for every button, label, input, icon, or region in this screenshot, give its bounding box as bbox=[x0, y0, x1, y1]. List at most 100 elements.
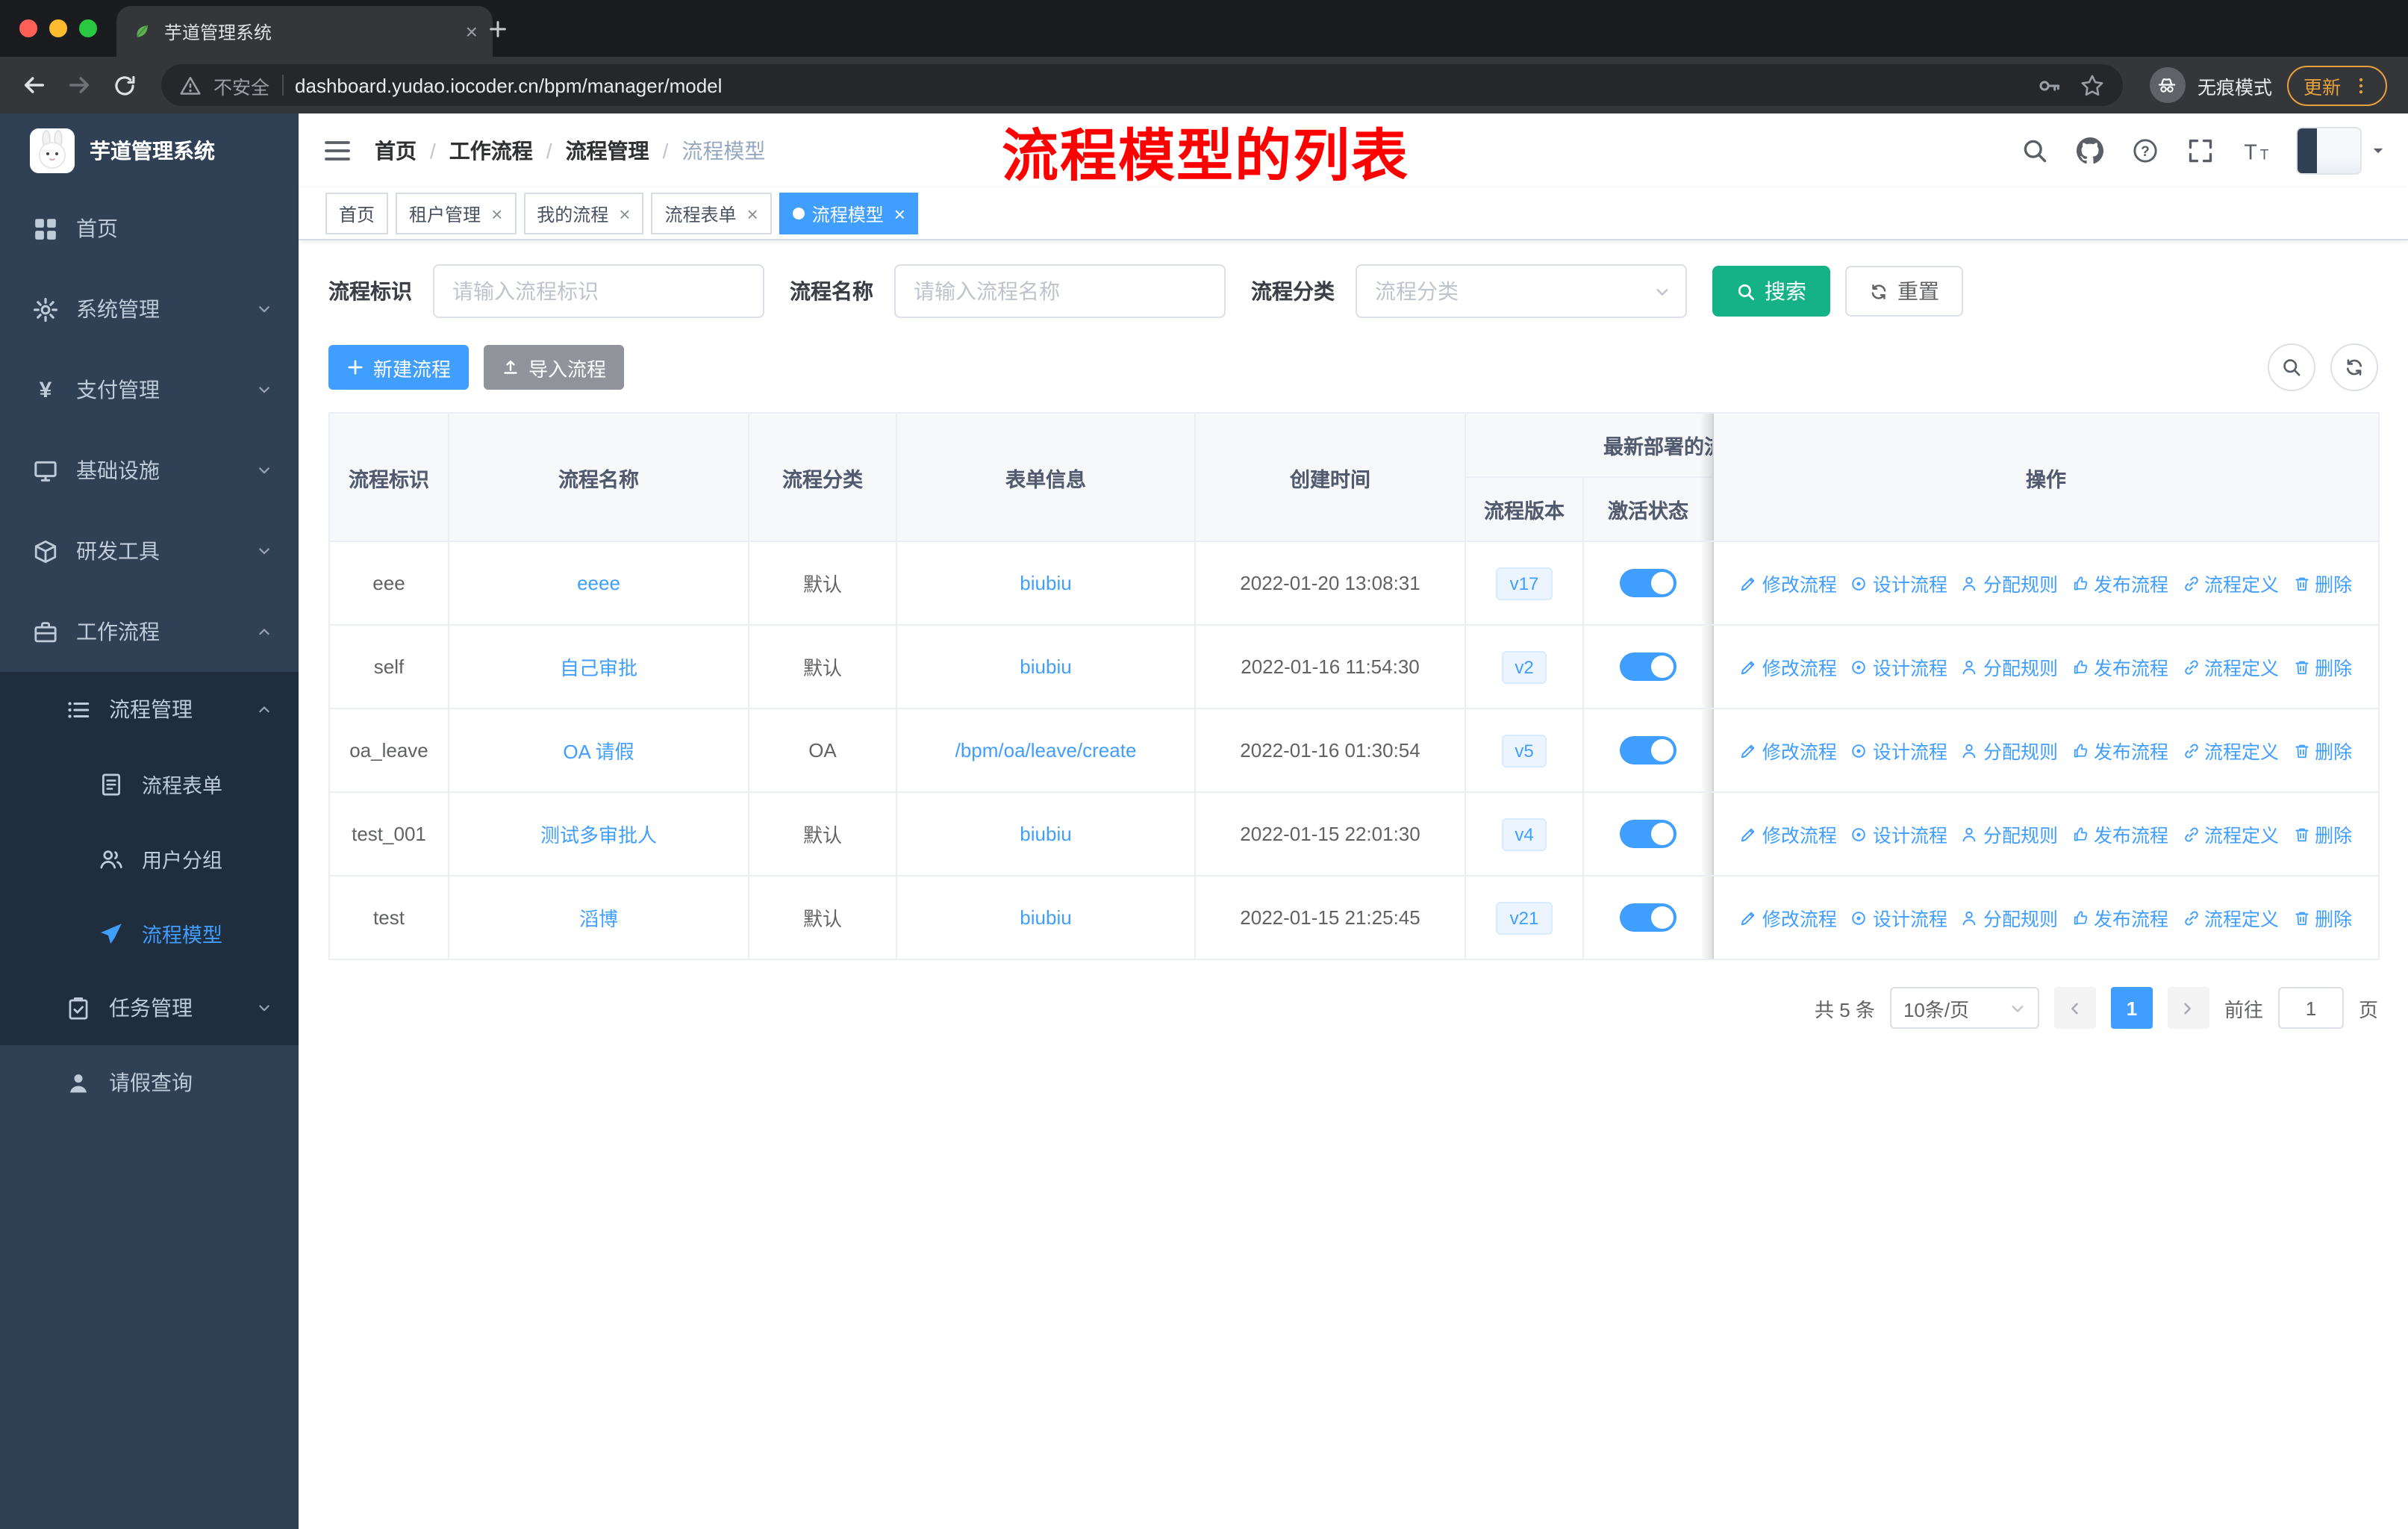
process-definition-action[interactable]: 流程定义 bbox=[2182, 653, 2279, 681]
active-toggle[interactable] bbox=[1620, 569, 1676, 597]
search-button[interactable]: 搜索 bbox=[1712, 266, 1830, 317]
close-icon[interactable]: × bbox=[747, 204, 758, 223]
process-name-link[interactable]: 自己审批 bbox=[560, 657, 637, 679]
assign-rule-action[interactable]: 分配规则 bbox=[1961, 903, 2058, 932]
design-process-action[interactable]: 设计流程 bbox=[1850, 569, 1947, 597]
assign-rule-action[interactable]: 分配规则 bbox=[1961, 820, 2058, 848]
page-number-current[interactable]: 1 bbox=[2110, 987, 2153, 1029]
process-name-link[interactable]: eeee bbox=[577, 572, 620, 594]
modify-process-action[interactable]: 修改流程 bbox=[1740, 569, 1837, 597]
forward-button[interactable] bbox=[60, 66, 99, 105]
process-definition-action[interactable]: 流程定义 bbox=[2182, 820, 2279, 848]
delete-action[interactable]: 删除 bbox=[2292, 569, 2352, 597]
design-process-action[interactable]: 设计流程 bbox=[1850, 820, 1947, 848]
process-name-link[interactable]: 滔博 bbox=[579, 908, 618, 930]
assign-rule-action[interactable]: 分配规则 bbox=[1961, 653, 2058, 681]
sidebar-item-home[interactable]: 首页 bbox=[0, 188, 299, 269]
sidebar-item-leave-query[interactable]: 请假查询 bbox=[0, 1045, 299, 1120]
publish-process-action[interactable]: 发布流程 bbox=[2071, 903, 2168, 932]
sidebar-item-system-management[interactable]: 系统管理 bbox=[0, 269, 299, 349]
tag-tenant-management[interactable]: 租户管理 × bbox=[396, 193, 517, 234]
modify-process-action[interactable]: 修改流程 bbox=[1740, 653, 1837, 681]
import-process-button[interactable]: 导入流程 bbox=[484, 345, 625, 390]
sidebar-item-payment-management[interactable]: ¥ 支付管理 bbox=[0, 349, 299, 430]
form-info-link[interactable]: biubiu bbox=[1020, 906, 1071, 929]
close-icon[interactable]: × bbox=[619, 204, 630, 223]
delete-action[interactable]: 删除 bbox=[2292, 653, 2352, 681]
sidebar-item-user-group[interactable]: 用户分组 bbox=[0, 821, 299, 896]
refresh-table-button[interactable] bbox=[2330, 343, 2378, 391]
active-toggle[interactable] bbox=[1620, 903, 1676, 932]
breadcrumb-item[interactable]: 流程管理 bbox=[566, 136, 649, 166]
bookmark-star-icon[interactable] bbox=[2080, 72, 2105, 98]
sidebar-item-infrastructure[interactable]: 基础设施 bbox=[0, 430, 299, 511]
design-process-action[interactable]: 设计流程 bbox=[1850, 903, 1947, 932]
menu-dots-icon[interactable] bbox=[2351, 75, 2371, 95]
sidebar-item-workflow[interactable]: 工作流程 bbox=[0, 591, 299, 672]
publish-process-action[interactable]: 发布流程 bbox=[2071, 736, 2168, 764]
process-definition-action[interactable]: 流程定义 bbox=[2182, 903, 2279, 932]
modify-process-action[interactable]: 修改流程 bbox=[1740, 903, 1837, 932]
publish-process-action[interactable]: 发布流程 bbox=[2071, 820, 2168, 848]
form-info-link[interactable]: biubiu bbox=[1020, 823, 1071, 845]
help-button[interactable]: ? bbox=[2130, 136, 2160, 166]
create-process-button[interactable]: 新建流程 bbox=[328, 345, 470, 390]
tag-process-form[interactable]: 流程表单 × bbox=[651, 193, 772, 234]
app-logo[interactable]: 芋道管理系统 bbox=[0, 113, 299, 188]
new-tab-button[interactable] bbox=[478, 9, 517, 48]
address-bar[interactable]: 不安全 dashboard.yudao.iocoder.cn/bpm/manag… bbox=[161, 64, 2123, 106]
reset-button[interactable]: 重置 bbox=[1845, 266, 1963, 317]
active-toggle[interactable] bbox=[1620, 736, 1676, 764]
sidebar-item-process-form[interactable]: 流程表单 bbox=[0, 747, 299, 821]
breadcrumb-item[interactable]: 首页 bbox=[375, 136, 417, 166]
modify-process-action[interactable]: 修改流程 bbox=[1740, 736, 1837, 764]
window-zoom-button[interactable] bbox=[79, 19, 97, 37]
back-button[interactable] bbox=[15, 66, 54, 105]
process-name-link[interactable]: 测试多审批人 bbox=[540, 824, 657, 847]
delete-action[interactable]: 删除 bbox=[2292, 736, 2352, 764]
design-process-action[interactable]: 设计流程 bbox=[1850, 736, 1947, 764]
browser-update-button[interactable]: 更新 bbox=[2286, 65, 2387, 105]
design-process-action[interactable]: 设计流程 bbox=[1850, 653, 1947, 681]
delete-action[interactable]: 删除 bbox=[2292, 903, 2352, 932]
page-size-select[interactable]: 10条/页 bbox=[1889, 987, 2039, 1029]
window-close-button[interactable] bbox=[19, 19, 37, 37]
window-minimize-button[interactable] bbox=[49, 19, 67, 37]
breadcrumb-item[interactable]: 工作流程 bbox=[449, 136, 533, 166]
active-toggle[interactable] bbox=[1620, 820, 1676, 848]
form-info-link[interactable]: biubiu bbox=[1020, 655, 1071, 678]
security-label[interactable]: 不安全 bbox=[213, 71, 269, 99]
form-info-link[interactable]: biubiu bbox=[1020, 572, 1071, 594]
delete-action[interactable]: 删除 bbox=[2292, 820, 2352, 848]
tab-close-icon[interactable]: × bbox=[466, 21, 478, 42]
url-text[interactable]: dashboard.yudao.iocoder.cn/bpm/manager/m… bbox=[295, 74, 722, 96]
sidebar-item-devtools[interactable]: 研发工具 bbox=[0, 511, 299, 591]
close-icon[interactable]: × bbox=[894, 204, 905, 223]
process-definition-action[interactable]: 流程定义 bbox=[2182, 569, 2279, 597]
user-menu[interactable] bbox=[2296, 127, 2386, 175]
publish-process-action[interactable]: 发布流程 bbox=[2071, 653, 2168, 681]
github-link[interactable] bbox=[2075, 136, 2105, 166]
fullscreen-button[interactable] bbox=[2186, 136, 2215, 166]
sidebar-item-task-management[interactable]: 任务管理 bbox=[0, 971, 299, 1045]
browser-tab[interactable]: 芋道管理系统 × bbox=[116, 6, 493, 57]
sidebar-item-process-management[interactable]: 流程管理 bbox=[0, 672, 299, 747]
password-key-icon[interactable] bbox=[2036, 72, 2062, 98]
process-name-input[interactable] bbox=[894, 264, 1226, 318]
header-search-button[interactable] bbox=[2020, 136, 2050, 166]
assign-rule-action[interactable]: 分配规则 bbox=[1961, 569, 2058, 597]
sidebar-fold-button[interactable] bbox=[321, 134, 354, 167]
process-key-input[interactable] bbox=[433, 264, 764, 318]
tag-process-model[interactable]: 流程模型 × bbox=[779, 193, 919, 234]
close-icon[interactable]: × bbox=[491, 204, 502, 223]
prev-page-button[interactable] bbox=[2053, 987, 2096, 1029]
goto-page-input[interactable] bbox=[2277, 987, 2344, 1029]
process-category-select[interactable]: 流程分类 bbox=[1356, 264, 1687, 318]
tag-home[interactable]: 首页 bbox=[325, 193, 389, 234]
process-name-link[interactable]: OA 请假 bbox=[563, 741, 634, 763]
tag-my-process[interactable]: 我的流程 × bbox=[523, 193, 644, 234]
form-info-link[interactable]: /bpm/oa/leave/create bbox=[955, 739, 1137, 762]
assign-rule-action[interactable]: 分配规则 bbox=[1961, 736, 2058, 764]
font-size-button[interactable]: TT bbox=[2241, 136, 2271, 166]
toggle-search-button[interactable] bbox=[2268, 343, 2315, 391]
